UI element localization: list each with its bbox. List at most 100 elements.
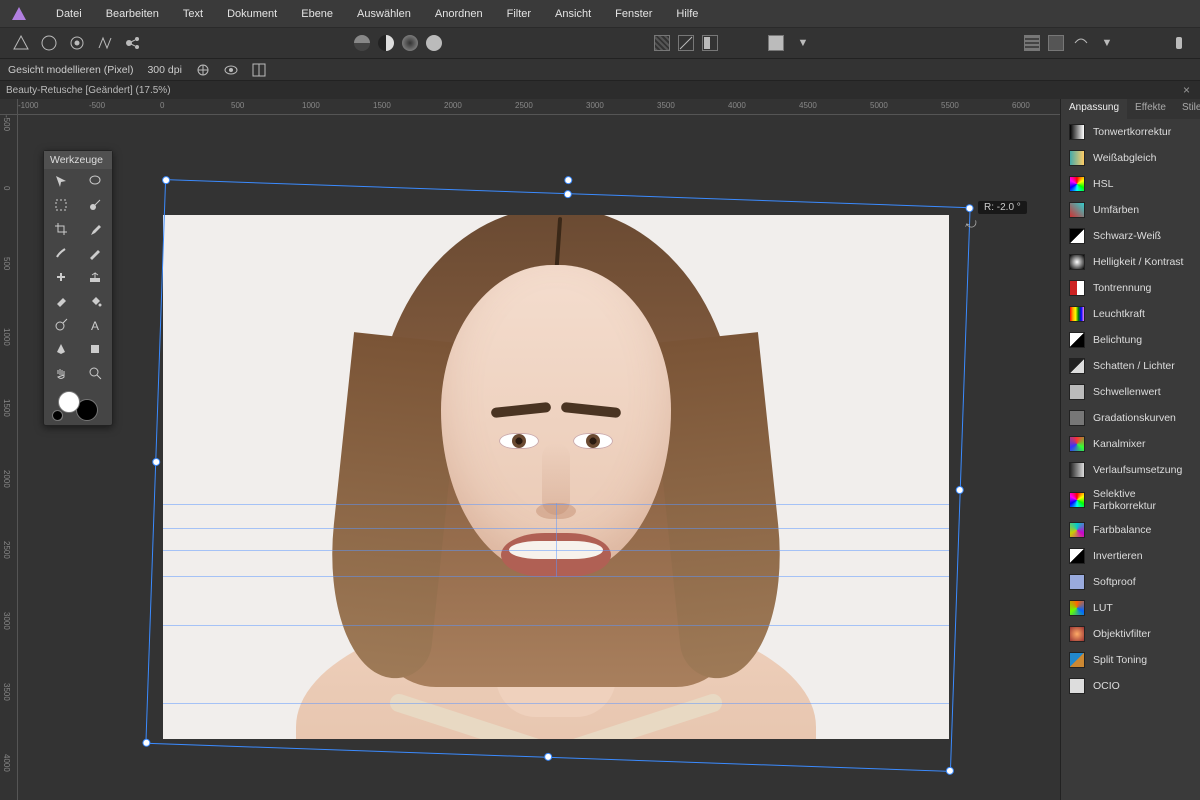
toolbar-group-selection — [654, 35, 718, 51]
adjustment-item[interactable]: Schwellenwert — [1061, 379, 1200, 405]
adjustment-item[interactable]: Selektive Farbkorrektur — [1061, 483, 1200, 517]
blend-mode-1-icon[interactable] — [354, 35, 370, 51]
adjustment-item[interactable]: Farbbalance — [1061, 517, 1200, 543]
menu-filter[interactable]: Filter — [495, 0, 543, 27]
adjustment-item[interactable]: LUT — [1061, 595, 1200, 621]
align-icon[interactable] — [1048, 35, 1064, 51]
brush-tool-icon[interactable] — [44, 241, 78, 265]
adjustment-item[interactable]: Gradationskurven — [1061, 405, 1200, 431]
canvas-area[interactable]: -1000-5000500100015002000250030003500400… — [0, 99, 1060, 800]
ctx-reset-icon[interactable] — [196, 63, 210, 77]
handle-tc[interactable] — [564, 190, 572, 198]
snap-icon[interactable] — [1072, 34, 1090, 52]
blend-mode-2-icon[interactable] — [378, 35, 394, 51]
shape-tool-icon[interactable] — [78, 337, 112, 361]
handle-bl[interactable] — [142, 739, 150, 747]
handle-ml[interactable] — [152, 457, 160, 465]
move-tool-icon[interactable] — [44, 169, 78, 193]
dodge-tool-icon[interactable] — [44, 313, 78, 337]
handle-mr[interactable] — [956, 485, 964, 493]
assistant-icon[interactable] — [1170, 34, 1188, 52]
ruler-origin[interactable] — [0, 99, 18, 115]
heal-tool-icon[interactable] — [44, 265, 78, 289]
selection-none-icon[interactable] — [678, 35, 694, 51]
swatch-reset-icon[interactable] — [54, 412, 63, 421]
adjustment-item[interactable]: Tontrennung — [1061, 275, 1200, 301]
adjustment-item[interactable]: Kanalmixer — [1061, 431, 1200, 457]
menu-fenster[interactable]: Fenster — [603, 0, 664, 27]
menu-datei[interactable]: Datei — [44, 0, 94, 27]
ctx-preview-icon[interactable] — [224, 63, 238, 77]
adjustment-item[interactable]: Schwarz-Weiß — [1061, 223, 1200, 249]
pen-tool-icon[interactable] — [44, 337, 78, 361]
handle-rotate[interactable] — [564, 176, 572, 184]
ruler-tick: 3000 — [586, 101, 604, 110]
tools-panel[interactable]: Werkzeuge A — [43, 150, 113, 426]
color-swatches[interactable] — [44, 385, 112, 425]
pencil-tool-icon[interactable] — [78, 241, 112, 265]
eyedropper-tool-icon[interactable] — [78, 217, 112, 241]
adjustment-item[interactable]: Umfärben — [1061, 197, 1200, 223]
document-tab[interactable]: Beauty-Retusche [Geändert] (17.5%) — [6, 85, 171, 96]
text-tool-icon[interactable]: A — [78, 313, 112, 337]
menu-hilfe[interactable]: Hilfe — [664, 0, 710, 27]
adjustments-list[interactable]: TonwertkorrekturWeißabgleichHSLUmfärbenS… — [1061, 119, 1200, 800]
document-close-icon[interactable]: × — [1179, 83, 1194, 97]
handle-tr[interactable] — [965, 204, 973, 212]
tab-effekte[interactable]: Effekte — [1127, 99, 1174, 119]
adjustment-item[interactable]: OCIO — [1061, 673, 1200, 699]
menu-anordnen[interactable]: Anordnen — [423, 0, 495, 27]
menu-dokument[interactable]: Dokument — [215, 0, 289, 27]
hand-tool-icon[interactable] — [44, 361, 78, 385]
handle-br[interactable] — [946, 767, 954, 775]
erase-tool-icon[interactable] — [44, 289, 78, 313]
adjustment-item[interactable]: Leuchtkraft — [1061, 301, 1200, 327]
selection-invert-icon[interactable] — [702, 35, 718, 51]
adjustment-item[interactable]: Softproof — [1061, 569, 1200, 595]
handle-tl[interactable] — [162, 176, 170, 184]
grid-icon[interactable] — [1024, 35, 1040, 51]
adjustment-item[interactable]: Objektivfilter — [1061, 621, 1200, 647]
marquee-tool-icon[interactable] — [44, 193, 78, 217]
persona-export-icon[interactable] — [124, 34, 142, 52]
zoom-tool-icon[interactable] — [78, 361, 112, 385]
menu-auswaehlen[interactable]: Auswählen — [345, 0, 423, 27]
blend-mode-3-icon[interactable] — [402, 35, 418, 51]
canvas-image[interactable] — [163, 215, 949, 739]
tab-stile[interactable]: Stile — [1174, 99, 1200, 119]
persona-tone-icon[interactable] — [96, 34, 114, 52]
swatch-foreground[interactable] — [58, 391, 80, 413]
adjustment-item[interactable]: Tonwertkorrektur — [1061, 119, 1200, 145]
persona-liquify-icon[interactable] — [40, 34, 58, 52]
selection-brush-icon[interactable] — [78, 193, 112, 217]
ctx-split-icon[interactable] — [252, 63, 266, 77]
clone-tool-icon[interactable] — [78, 265, 112, 289]
adjustment-item[interactable]: Schatten / Lichter — [1061, 353, 1200, 379]
workspace[interactable]: R: -2.0 ° ⤾ Werkzeuge — [18, 115, 1060, 800]
persona-develop-icon[interactable] — [68, 34, 86, 52]
fill-tool-icon[interactable] — [78, 289, 112, 313]
adjustment-item[interactable]: HSL — [1061, 171, 1200, 197]
persona-photo-icon[interactable] — [12, 34, 30, 52]
adjustment-item[interactable]: Split Toning — [1061, 647, 1200, 673]
crop-bg-icon[interactable] — [768, 35, 784, 51]
crop-tool-icon[interactable] — [44, 217, 78, 241]
adjustment-item[interactable]: Invertieren — [1061, 543, 1200, 569]
blend-mode-4-icon[interactable] — [426, 35, 442, 51]
adjustment-item[interactable]: Helligkeit / Kontrast — [1061, 249, 1200, 275]
ruler-horizontal[interactable]: -1000-5000500100015002000250030003500400… — [18, 99, 1060, 115]
adjustment-item[interactable]: Belichtung — [1061, 327, 1200, 353]
menu-bearbeiten[interactable]: Bearbeiten — [94, 0, 171, 27]
ruler-vertical[interactable]: -50005001000150020002500300035004000 — [0, 115, 18, 800]
adjustment-item[interactable]: Weißabgleich — [1061, 145, 1200, 171]
menu-ansicht[interactable]: Ansicht — [543, 0, 603, 27]
lasso-tool-icon[interactable] — [78, 169, 112, 193]
menu-ebene[interactable]: Ebene — [289, 0, 345, 27]
menu-text[interactable]: Text — [171, 0, 215, 27]
dropdown-icon[interactable]: ▼ — [794, 34, 812, 52]
handle-bc[interactable] — [544, 753, 552, 761]
quickmask-icon[interactable] — [654, 35, 670, 51]
adjustment-item[interactable]: Verlaufsumsetzung — [1061, 457, 1200, 483]
tab-anpassung[interactable]: Anpassung — [1061, 99, 1127, 119]
dropdown-icon[interactable]: ▼ — [1098, 34, 1116, 52]
